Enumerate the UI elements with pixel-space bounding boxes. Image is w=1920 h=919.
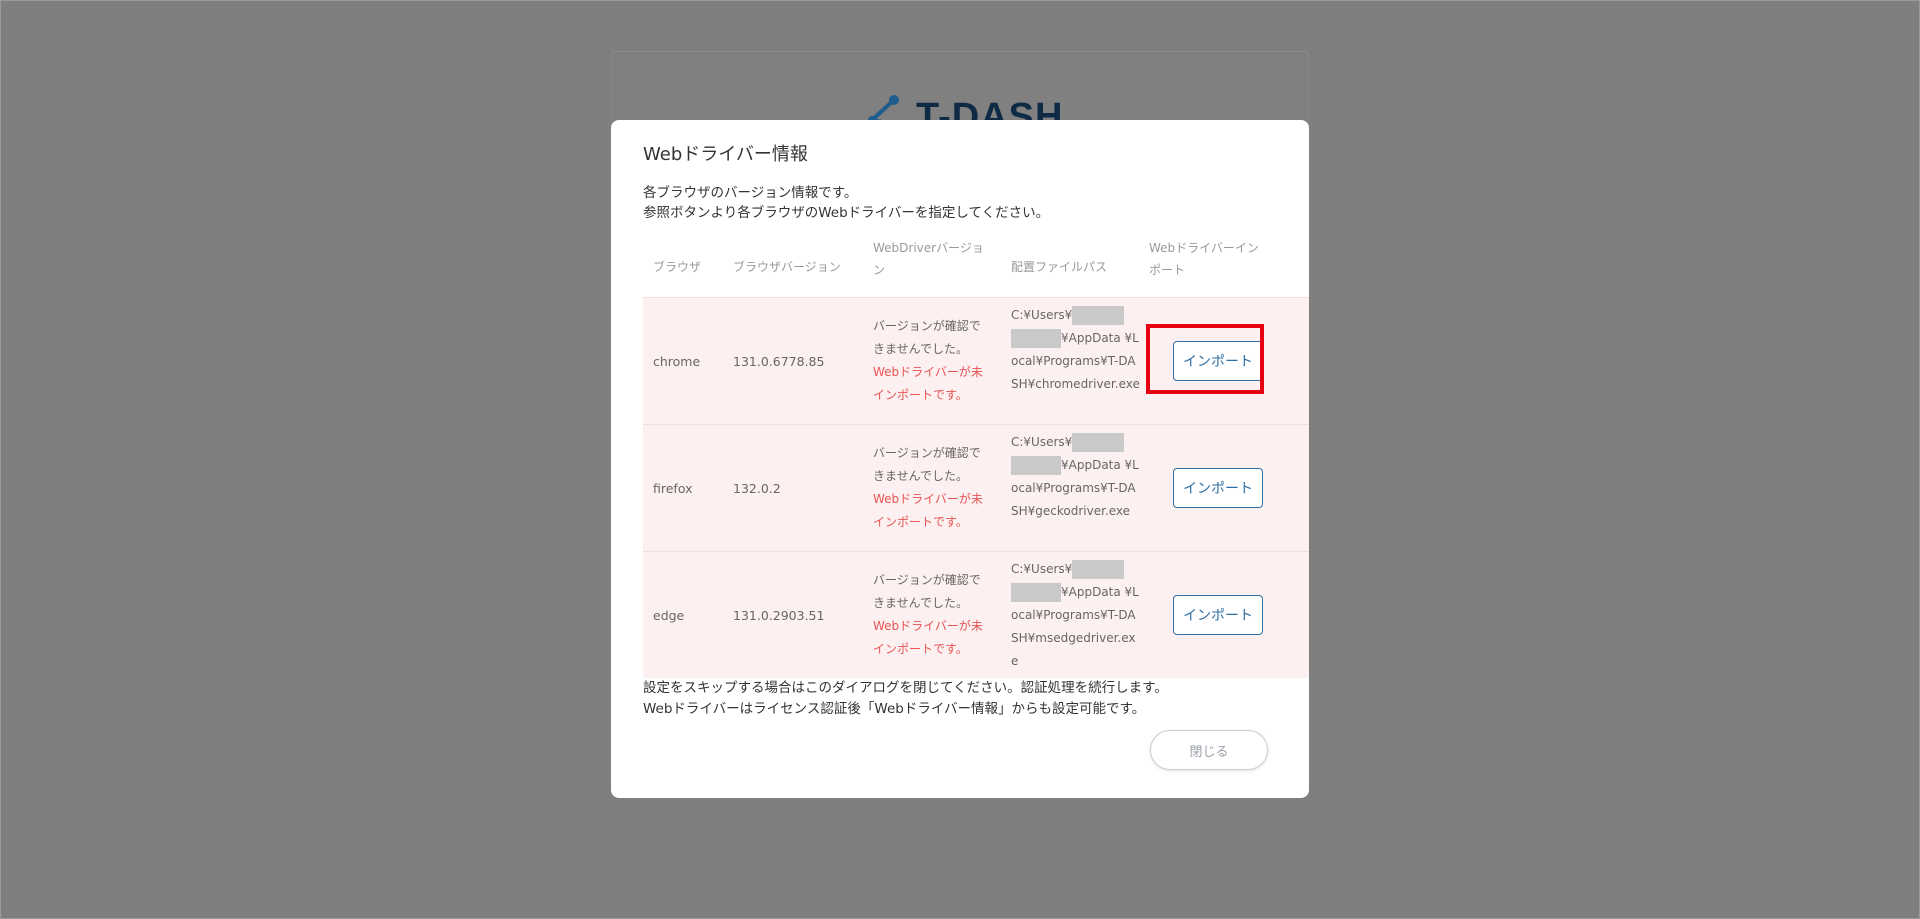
- status-line: バージョンが確認で: [873, 446, 981, 460]
- status-line: きませんでした。: [873, 342, 969, 356]
- redacted-username: [1072, 433, 1125, 452]
- cell-driver-status: バージョンが確認で きませんでした。 Webドライバーが未 インポートです。: [873, 569, 993, 661]
- cell-browser-version: 131.0.6778.85: [733, 354, 825, 369]
- warning-line: Webドライバーが未: [873, 365, 983, 379]
- cell-browser: firefox: [653, 481, 693, 496]
- header-driver-version-line: WebDriverバージョ: [873, 241, 984, 255]
- cell-path: C:¥Users¥¥AppData ¥Local¥Programs¥T-DASH…: [1011, 431, 1141, 523]
- table-header: ブラウザ ブラウザバージョン WebDriverバージョ ン 配置ファイルパス …: [643, 237, 1309, 297]
- import-button-chrome[interactable]: インポート: [1173, 341, 1263, 381]
- path-prefix: C:¥Users¥: [1011, 308, 1073, 322]
- status-line: バージョンが確認で: [873, 319, 981, 333]
- dialog-note: 設定をスキップする場合はこのダイアログを閉じてください。認証処理を続行します。 …: [643, 678, 1168, 720]
- cell-browser-version: 132.0.2: [733, 481, 781, 496]
- redacted-username: [1011, 583, 1061, 602]
- header-driver-version: WebDriverバージョ ン: [873, 237, 984, 281]
- warning-line: インポートです。: [873, 642, 968, 656]
- status-line: きませんでした。: [873, 469, 969, 483]
- note-line: 設定をスキップする場合はこのダイアログを閉じてください。認証処理を続行します。: [643, 680, 1168, 696]
- warning-line: インポートです。: [873, 388, 968, 402]
- redacted-username: [1011, 329, 1061, 348]
- cell-path: C:¥Users¥¥AppData ¥Local¥Programs¥T-DASH…: [1011, 558, 1141, 673]
- description-line: 各ブラウザのバージョン情報です。: [643, 185, 858, 201]
- cell-browser: edge: [653, 608, 685, 623]
- header-driver-version-line: ン: [873, 263, 886, 277]
- redacted-username: [1072, 306, 1125, 325]
- webdriver-info-dialog: Webドライバー情報 各ブラウザのバージョン情報です。 参照ボタンより各ブラウザ…: [611, 120, 1309, 798]
- path-prefix: C:¥Users¥: [1011, 435, 1073, 449]
- path-prefix: C:¥Users¥: [1011, 562, 1073, 576]
- cell-browser-version: 131.0.2903.51: [733, 608, 825, 623]
- status-line: バージョンが確認で: [873, 573, 981, 587]
- close-button[interactable]: 閉じる: [1150, 730, 1268, 770]
- warning-line: Webドライバーが未: [873, 492, 983, 506]
- redacted-username: [1011, 456, 1061, 475]
- warning-line: インポートです。: [873, 515, 968, 529]
- description-line: 参照ボタンより各ブラウザのWebドライバーを指定してください。: [643, 205, 1050, 221]
- import-button-edge[interactable]: インポート: [1173, 595, 1263, 635]
- import-button-firefox[interactable]: インポート: [1173, 468, 1263, 508]
- cell-path: C:¥Users¥¥AppData ¥Local¥Programs¥T-DASH…: [1011, 304, 1141, 396]
- table-row-edge: edge 131.0.2903.51 バージョンが確認で きませんでした。 We…: [643, 551, 1309, 678]
- driver-table: ブラウザ ブラウザバージョン WebDriverバージョ ン 配置ファイルパス …: [643, 237, 1309, 678]
- header-import-line: Webドライバーイン: [1149, 241, 1259, 255]
- header-path: 配置ファイルパス: [1011, 260, 1108, 274]
- header-browser: ブラウザ: [653, 260, 702, 274]
- table-row-firefox: firefox 132.0.2 バージョンが確認で きませんでした。 Webドラ…: [643, 424, 1309, 551]
- dialog-title: Webドライバー情報: [643, 144, 808, 165]
- header-import: Webドライバーイン ポート: [1149, 237, 1259, 281]
- cell-browser: chrome: [653, 354, 701, 369]
- header-browser-version: ブラウザバージョン: [733, 260, 841, 274]
- table-row-chrome: chrome 131.0.6778.85 バージョンが確認で きませんでした。 …: [643, 297, 1309, 424]
- cell-driver-status: バージョンが確認で きませんでした。 Webドライバーが未 インポートです。: [873, 442, 993, 534]
- header-import-line: ポート: [1149, 263, 1186, 277]
- dialog-description: 各ブラウザのバージョン情報です。 参照ボタンより各ブラウザのWebドライバーを指…: [643, 183, 1049, 223]
- cell-driver-status: バージョンが確認で きませんでした。 Webドライバーが未 インポートです。: [873, 315, 993, 407]
- warning-line: Webドライバーが未: [873, 619, 983, 633]
- note-line: Webドライバーはライセンス認証後「Webドライバー情報」からも設定可能です。: [643, 701, 1146, 717]
- status-line: きませんでした。: [873, 596, 969, 610]
- redacted-username: [1072, 560, 1125, 579]
